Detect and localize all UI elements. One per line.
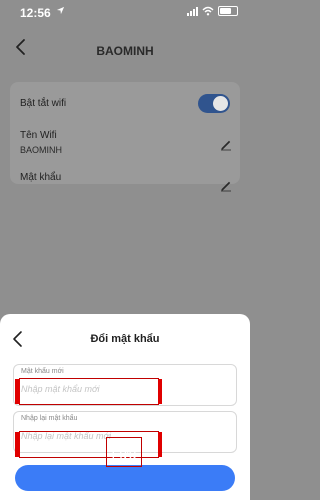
- confirm-password-label: Nhập lại mật khẩu: [21, 415, 78, 422]
- edit-icon[interactable]: [220, 180, 232, 192]
- wifi-icon: [202, 6, 214, 16]
- battery-icon: [218, 6, 238, 16]
- new-password-field: Mật khẩu mới: [13, 364, 237, 406]
- wifi-toggle[interactable]: [198, 94, 230, 113]
- new-password-label: Mật khẩu mới: [21, 368, 64, 375]
- save-button-label: Lưu: [106, 437, 142, 467]
- location-icon: [56, 6, 65, 18]
- page-title: BAOMINH: [96, 44, 154, 58]
- new-password-input[interactable]: [21, 381, 171, 397]
- edit-icon[interactable]: [220, 139, 232, 151]
- wifi-name-label: Tên Wifi: [20, 130, 57, 141]
- signal-icon: [187, 6, 198, 16]
- top-header: BAOMINH: [0, 30, 250, 66]
- wifi-toggle-label: Bật tắt wifi: [20, 98, 67, 109]
- toggle-knob: [213, 96, 228, 111]
- status-bar: 12:56: [0, 0, 250, 26]
- confirm-password-input[interactable]: [21, 428, 171, 444]
- password-label: Mật khẩu: [20, 172, 62, 183]
- status-time: 12:56: [20, 6, 51, 20]
- save-label-text: Lưu: [111, 446, 137, 462]
- wifi-name-value: BAOMINH: [20, 145, 63, 155]
- sheet-title: Đổi mật khẩu: [90, 333, 160, 345]
- status-icons: [187, 6, 238, 16]
- save-button[interactable]: [15, 465, 235, 491]
